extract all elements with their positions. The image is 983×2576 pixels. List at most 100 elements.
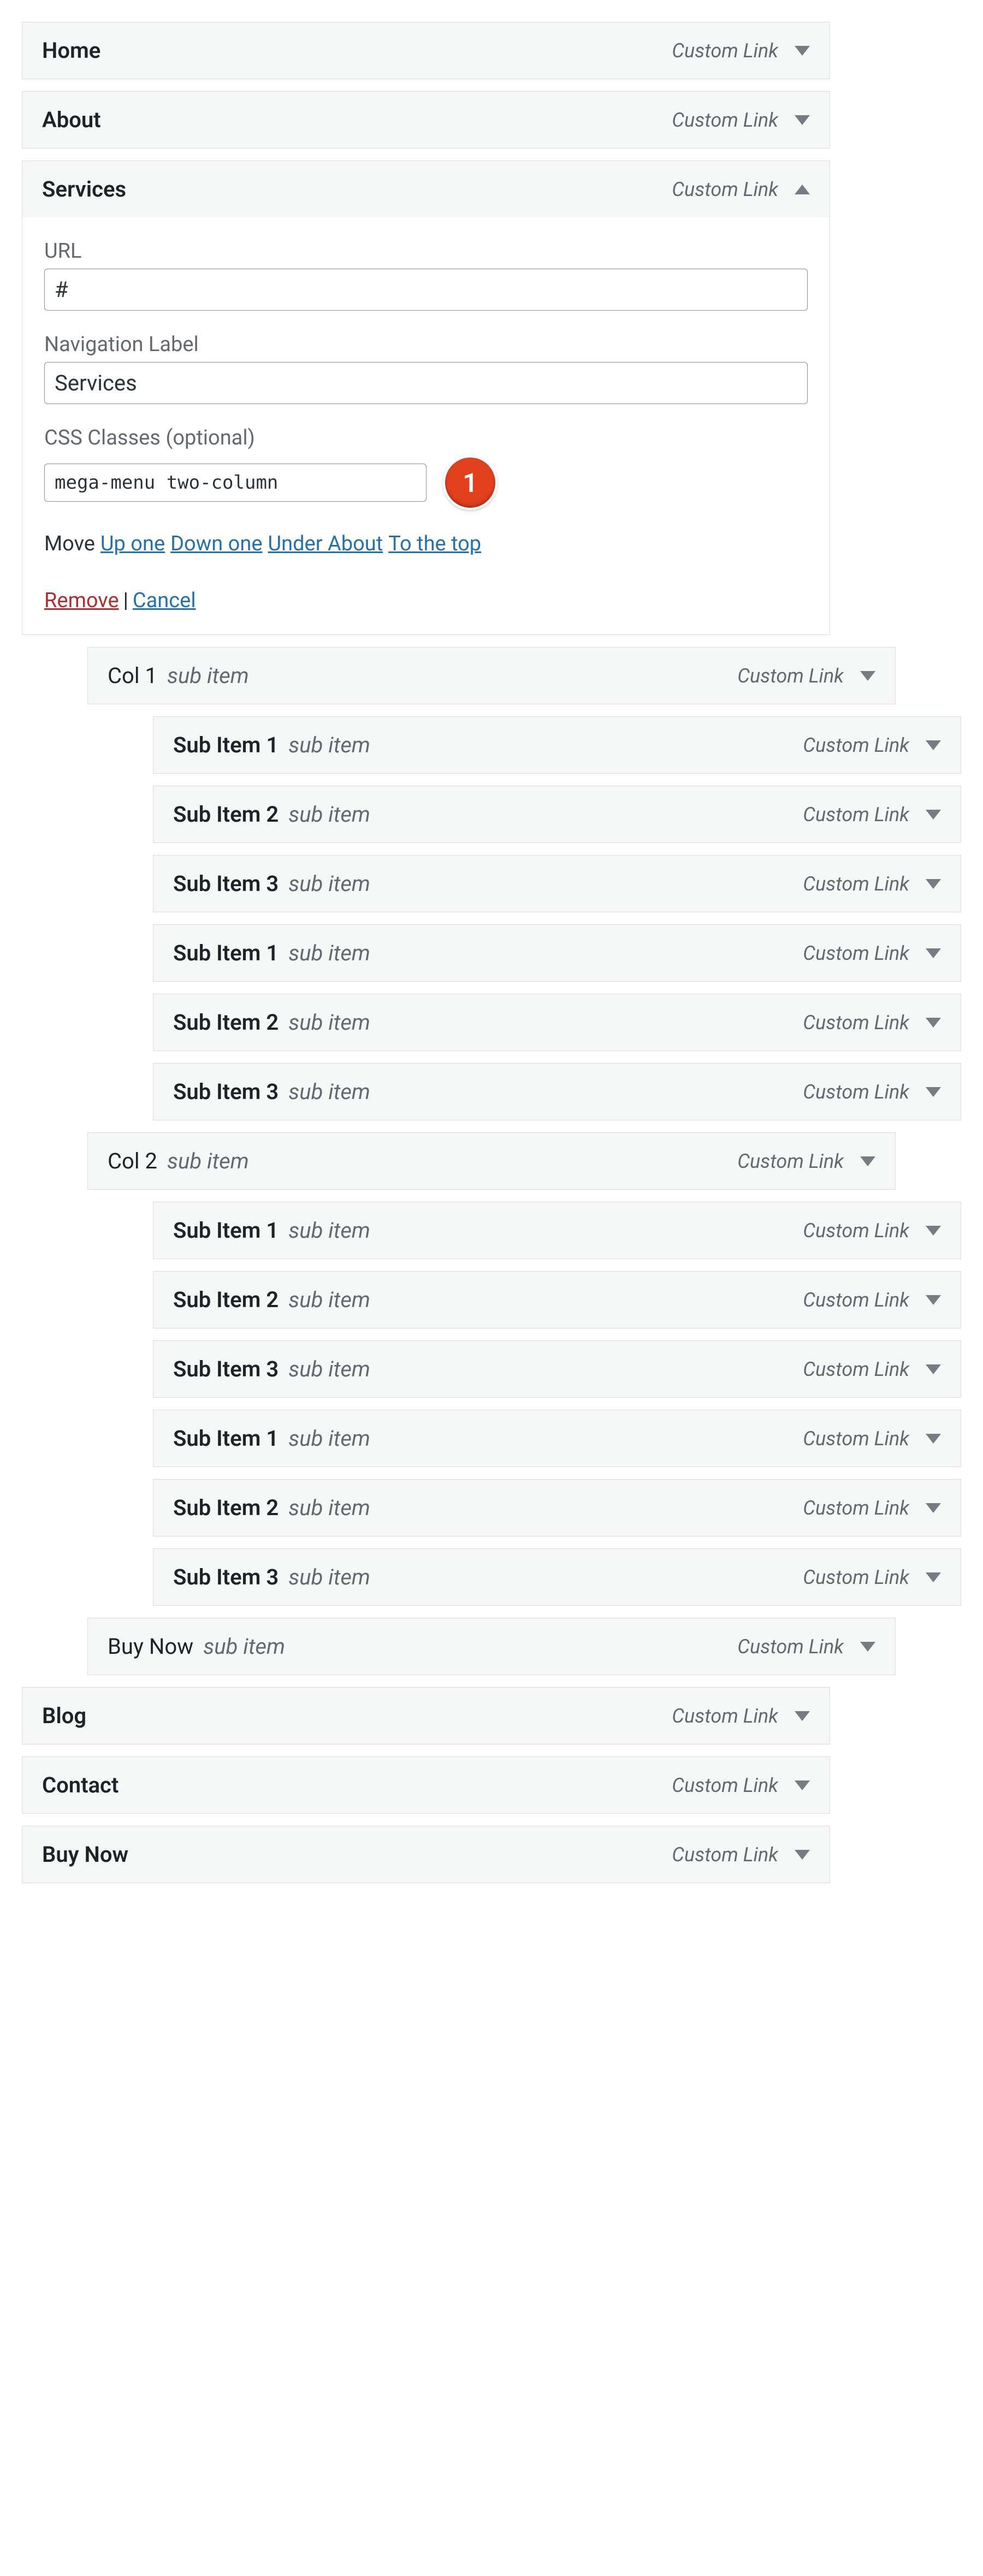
menu-item-right: Custom Link (803, 1566, 941, 1589)
move-down-link[interactable]: Down one (170, 532, 262, 556)
menu-item-sub-label: sub item (288, 1356, 370, 1382)
menu-item[interactable]: Sub Item 2sub item Custom Link (153, 1271, 961, 1328)
menu-item-type: Custom Link (803, 1358, 909, 1381)
menu-item-title: Sub Item 3 (173, 1356, 279, 1382)
menu-item-right: Custom Link (803, 1219, 941, 1242)
nav-label-input[interactable] (44, 362, 808, 404)
url-input[interactable] (44, 269, 808, 311)
menu-item-sub-label: sub item (288, 940, 370, 966)
url-field-label: URL (44, 239, 808, 263)
menu-item-sub-label: sub item (167, 1148, 249, 1174)
menu-item-right: Custom Link (737, 1635, 875, 1658)
menu-item-left: Blog (42, 1703, 86, 1729)
menu-item-left: Sub Item 2sub item (173, 1287, 370, 1313)
menu-item[interactable]: BlogCustom Link (22, 1687, 830, 1744)
remove-link[interactable]: Remove (44, 589, 119, 613)
menu-item-left: Buy Now (42, 1842, 128, 1867)
menu-item-title: Sub Item 2 (173, 1495, 279, 1521)
chevron-down-icon[interactable] (926, 1226, 941, 1236)
menu-item-type: Custom Link (737, 664, 844, 687)
move-label: Move (44, 532, 95, 556)
menu-item[interactable]: Home Custom Link (22, 22, 830, 79)
menu-item[interactable]: Sub Item 2sub itemCustom Link (153, 994, 961, 1051)
menu-item-sub-label: sub item (203, 1634, 285, 1659)
menu-item[interactable]: Sub Item 1sub itemCustom Link (153, 1410, 961, 1467)
chevron-down-icon[interactable] (926, 1572, 941, 1582)
menu-item-title: Sub Item 1 (173, 1426, 279, 1451)
chevron-down-icon[interactable] (926, 1434, 941, 1444)
menu-item-left: Home (42, 38, 100, 63)
menu-item-title: Sub Item 2 (173, 1287, 279, 1313)
menu-item-title: Sub Item 2 (173, 802, 279, 827)
chevron-down-icon[interactable] (860, 1642, 875, 1652)
menu-item-type: Custom Link (803, 1427, 909, 1450)
menu-item-left: Sub Item 3 sub item (173, 1079, 370, 1105)
menu-item[interactable]: Buy NowCustom Link (22, 1826, 830, 1883)
menu-item-right: Custom Link (672, 1774, 810, 1797)
chevron-down-icon[interactable] (795, 1780, 810, 1790)
menu-item[interactable]: AboutCustom Link (22, 91, 830, 149)
chevron-down-icon[interactable] (926, 1503, 941, 1513)
chevron-down-icon[interactable] (795, 1850, 810, 1860)
menu-item[interactable]: Sub Item 1sub item Custom Link (153, 716, 961, 774)
menu-item-type: Custom Link (672, 39, 778, 62)
css-classes-input[interactable] (44, 464, 427, 502)
menu-item-type: Custom Link (803, 1497, 909, 1520)
chevron-up-icon[interactable] (795, 185, 810, 194)
menu-item[interactable]: Sub Item 3sub item Custom Link (153, 1548, 961, 1606)
chevron-down-icon[interactable] (860, 1156, 875, 1166)
move-under-link[interactable]: Under About (268, 532, 383, 556)
menu-item-title: Services (42, 176, 126, 202)
chevron-down-icon[interactable] (795, 46, 810, 56)
menu-item[interactable]: Contact Custom Link (22, 1756, 830, 1814)
menu-item-right: Custom Link (737, 1150, 875, 1173)
menu-item[interactable]: ServicesCustom Link (22, 161, 830, 218)
menu-item-sub-label: sub item (288, 1079, 370, 1105)
menu-item-left: Contact (42, 1772, 119, 1798)
chevron-down-icon[interactable] (926, 1087, 941, 1097)
menu-item-right: Custom Link (803, 1289, 941, 1311)
menu-item-left: Sub Item 1sub item (173, 732, 370, 758)
menu-item-sub-label: sub item (288, 1495, 370, 1521)
chevron-down-icon[interactable] (926, 1295, 941, 1305)
menu-item-right: Custom Link (803, 734, 941, 757)
menu-item-type: Custom Link (803, 942, 909, 965)
menu-item-sub-label: sub item (288, 1218, 370, 1243)
separator: | (123, 589, 128, 613)
menu-item[interactable]: Col 1sub itemCustom Link (87, 647, 896, 704)
cancel-link[interactable]: Cancel (133, 589, 196, 613)
chevron-down-icon[interactable] (926, 948, 941, 958)
move-up-link[interactable]: Up one (100, 532, 165, 556)
menu-item-left: Sub Item 1 sub item (173, 940, 370, 966)
menu-item-left: Services (42, 176, 126, 202)
menu-item-sub-label: sub item (288, 1010, 370, 1035)
menu-item[interactable]: Sub Item 2 sub item Custom Link (153, 1479, 961, 1536)
menu-item[interactable]: Sub Item 3sub itemCustom Link (153, 1063, 961, 1120)
chevron-down-icon[interactable] (860, 671, 875, 681)
menu-item[interactable]: Sub Item 3 sub item Custom Link (153, 1340, 961, 1398)
chevron-down-icon[interactable] (926, 879, 941, 889)
menu-item-title: Sub Item 1 (173, 940, 279, 966)
menu-item-left: Sub Item 3sub item (173, 1564, 370, 1590)
menu-item[interactable]: Sub Item 2sub itemCustom Link (153, 786, 961, 843)
menu-item[interactable]: Col 2sub itemCustom Link (87, 1132, 896, 1190)
chevron-down-icon[interactable] (926, 1364, 941, 1374)
menu-item[interactable]: Sub Item 3sub itemCustom Link (153, 855, 961, 912)
menu-item-title: Sub Item 3 (173, 1564, 279, 1590)
menu-item-type: Custom Link (803, 803, 909, 826)
menu-item[interactable]: Sub Item 1 sub item Custom Link (153, 1202, 961, 1259)
menu-item-title: Sub Item 3 (173, 1079, 279, 1105)
menu-item-right: Custom Link (672, 39, 810, 62)
menu-item[interactable]: Sub Item 1 sub item Custom Link (153, 924, 961, 982)
chevron-down-icon[interactable] (926, 810, 941, 820)
move-top-link[interactable]: To the top (388, 532, 481, 556)
chevron-down-icon[interactable] (926, 740, 941, 750)
menu-item-type: Custom Link (803, 1289, 909, 1311)
chevron-down-icon[interactable] (926, 1018, 941, 1028)
chevron-down-icon[interactable] (795, 115, 810, 125)
menu-item-title: Sub Item 1 (173, 1218, 279, 1243)
menu-item-right: Custom Link (803, 1358, 941, 1381)
menu-item[interactable]: Buy Nowsub itemCustom Link (87, 1618, 896, 1675)
menu-item-left: Sub Item 2sub item (173, 1010, 370, 1035)
chevron-down-icon[interactable] (795, 1711, 810, 1721)
